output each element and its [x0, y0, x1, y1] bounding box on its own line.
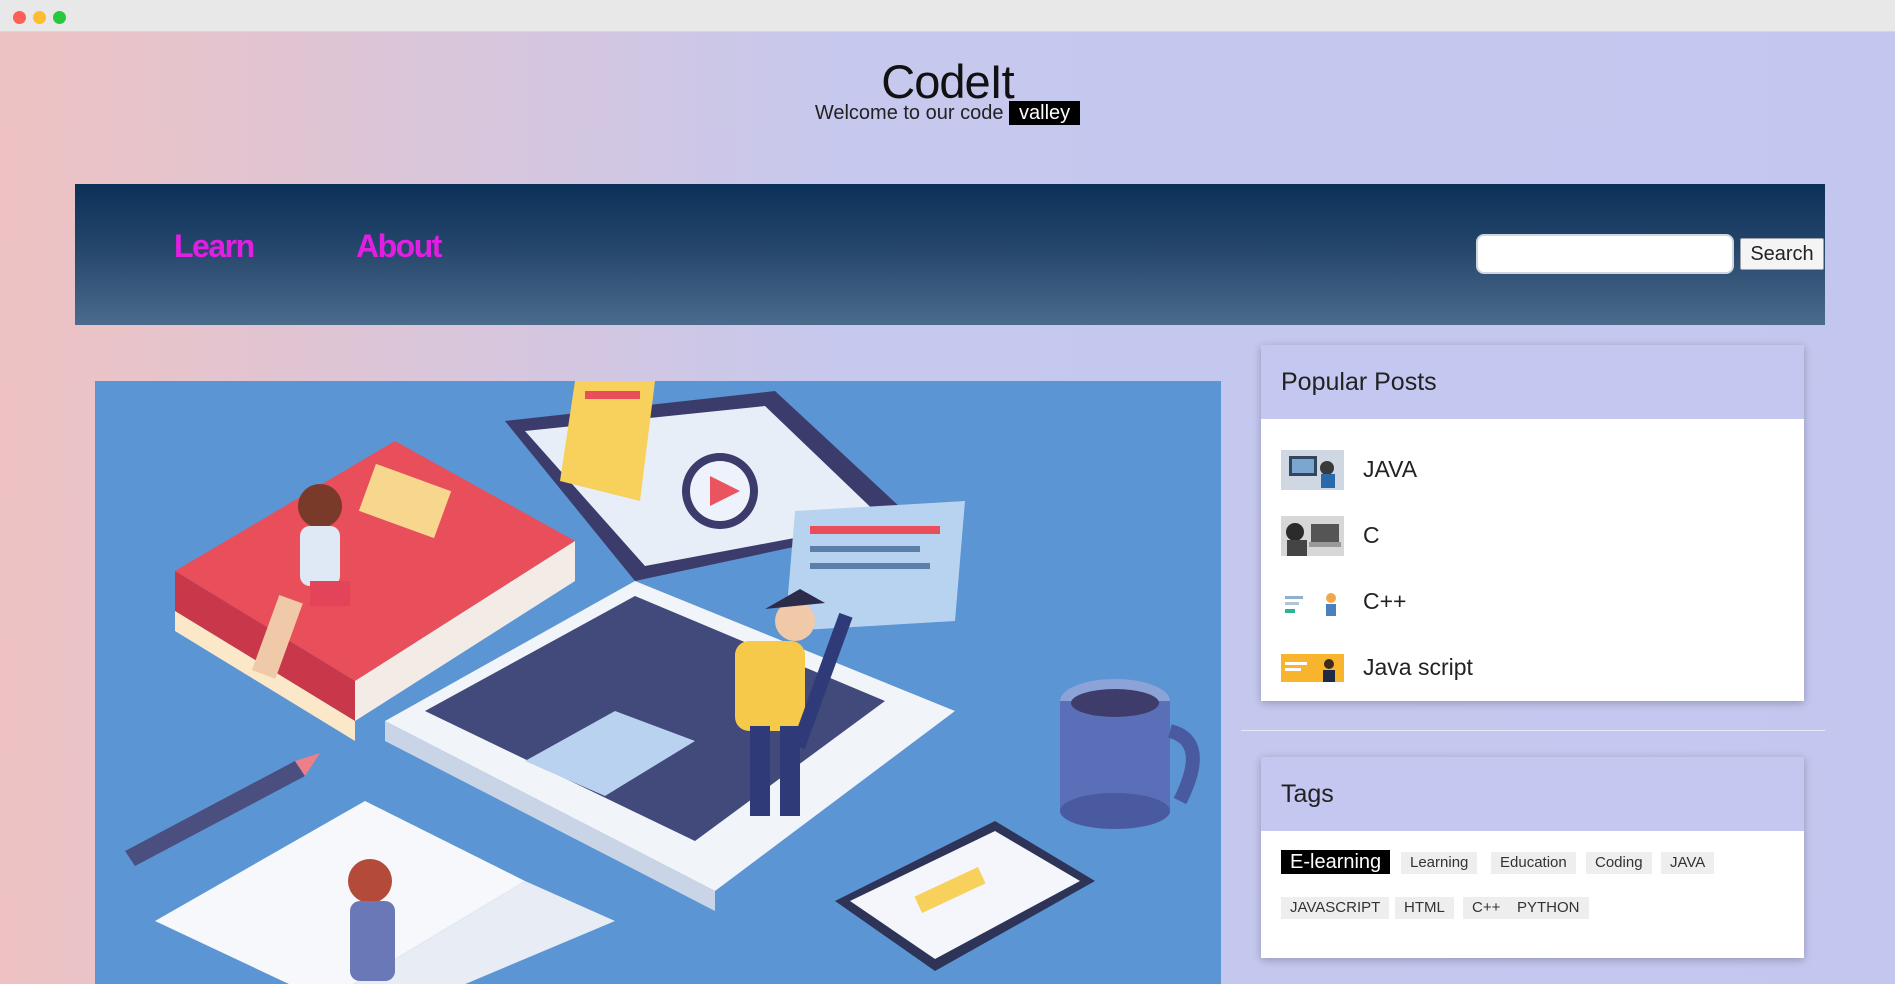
tags-card: Tags E-learning Learning Education Codin… — [1261, 757, 1804, 958]
nav-link-about[interactable]: About — [356, 228, 442, 265]
window-titlebar — [0, 0, 1895, 32]
sidebar-divider — [1241, 730, 1825, 731]
popular-posts-card: Popular Posts JAVA C C++ Java script — [1261, 345, 1804, 701]
post-title: JAVA — [1363, 456, 1418, 482]
tag-cpp[interactable]: C++ — [1463, 897, 1510, 919]
popular-post-cpp[interactable]: C++ — [1281, 582, 1781, 622]
post-thumbnail — [1281, 450, 1344, 490]
post-title: C++ — [1363, 588, 1407, 614]
post-title: C — [1363, 522, 1380, 548]
maximize-window-button[interactable] — [53, 11, 66, 24]
hero-illustration — [95, 381, 1221, 984]
page: CodeIt Welcome to our code valley Learn … — [0, 32, 1895, 984]
tag-python[interactable]: PYTHON — [1508, 897, 1589, 919]
post-thumbnail — [1281, 516, 1344, 556]
close-window-button[interactable] — [13, 11, 26, 24]
popular-posts-heading: Popular Posts — [1261, 345, 1804, 419]
search-input[interactable] — [1476, 234, 1734, 274]
navbar: Learn About Search — [75, 184, 1825, 325]
tags-heading: Tags — [1261, 757, 1804, 831]
tagline-highlight: valley — [1009, 101, 1081, 125]
tag-html[interactable]: HTML — [1395, 897, 1454, 919]
tagline: Welcome to our code valley — [0, 98, 1895, 128]
tag-javascript[interactable]: JAVASCRIPT — [1281, 897, 1390, 919]
e-learning-illustration — [125, 381, 1200, 984]
post-title: Java script — [1363, 654, 1473, 680]
tag-java[interactable]: JAVA — [1661, 852, 1715, 874]
tagline-text: Welcome to our code — [814, 102, 1004, 124]
popular-post-c[interactable]: C — [1281, 516, 1781, 556]
nav-link-learn[interactable]: Learn — [174, 228, 255, 265]
search-button[interactable]: Search — [1740, 238, 1824, 270]
tag-coding[interactable]: Coding — [1586, 852, 1652, 874]
popular-post-javascript[interactable]: Java script — [1281, 648, 1781, 688]
minimize-window-button[interactable] — [33, 11, 46, 24]
popular-post-java[interactable]: JAVA — [1281, 450, 1781, 490]
tag-education[interactable]: Education — [1491, 852, 1576, 874]
post-thumbnail — [1281, 648, 1344, 688]
post-thumbnail — [1281, 582, 1344, 622]
tag-learning[interactable]: Learning — [1401, 852, 1478, 874]
tag-e-learning[interactable]: E-learning — [1281, 850, 1391, 874]
